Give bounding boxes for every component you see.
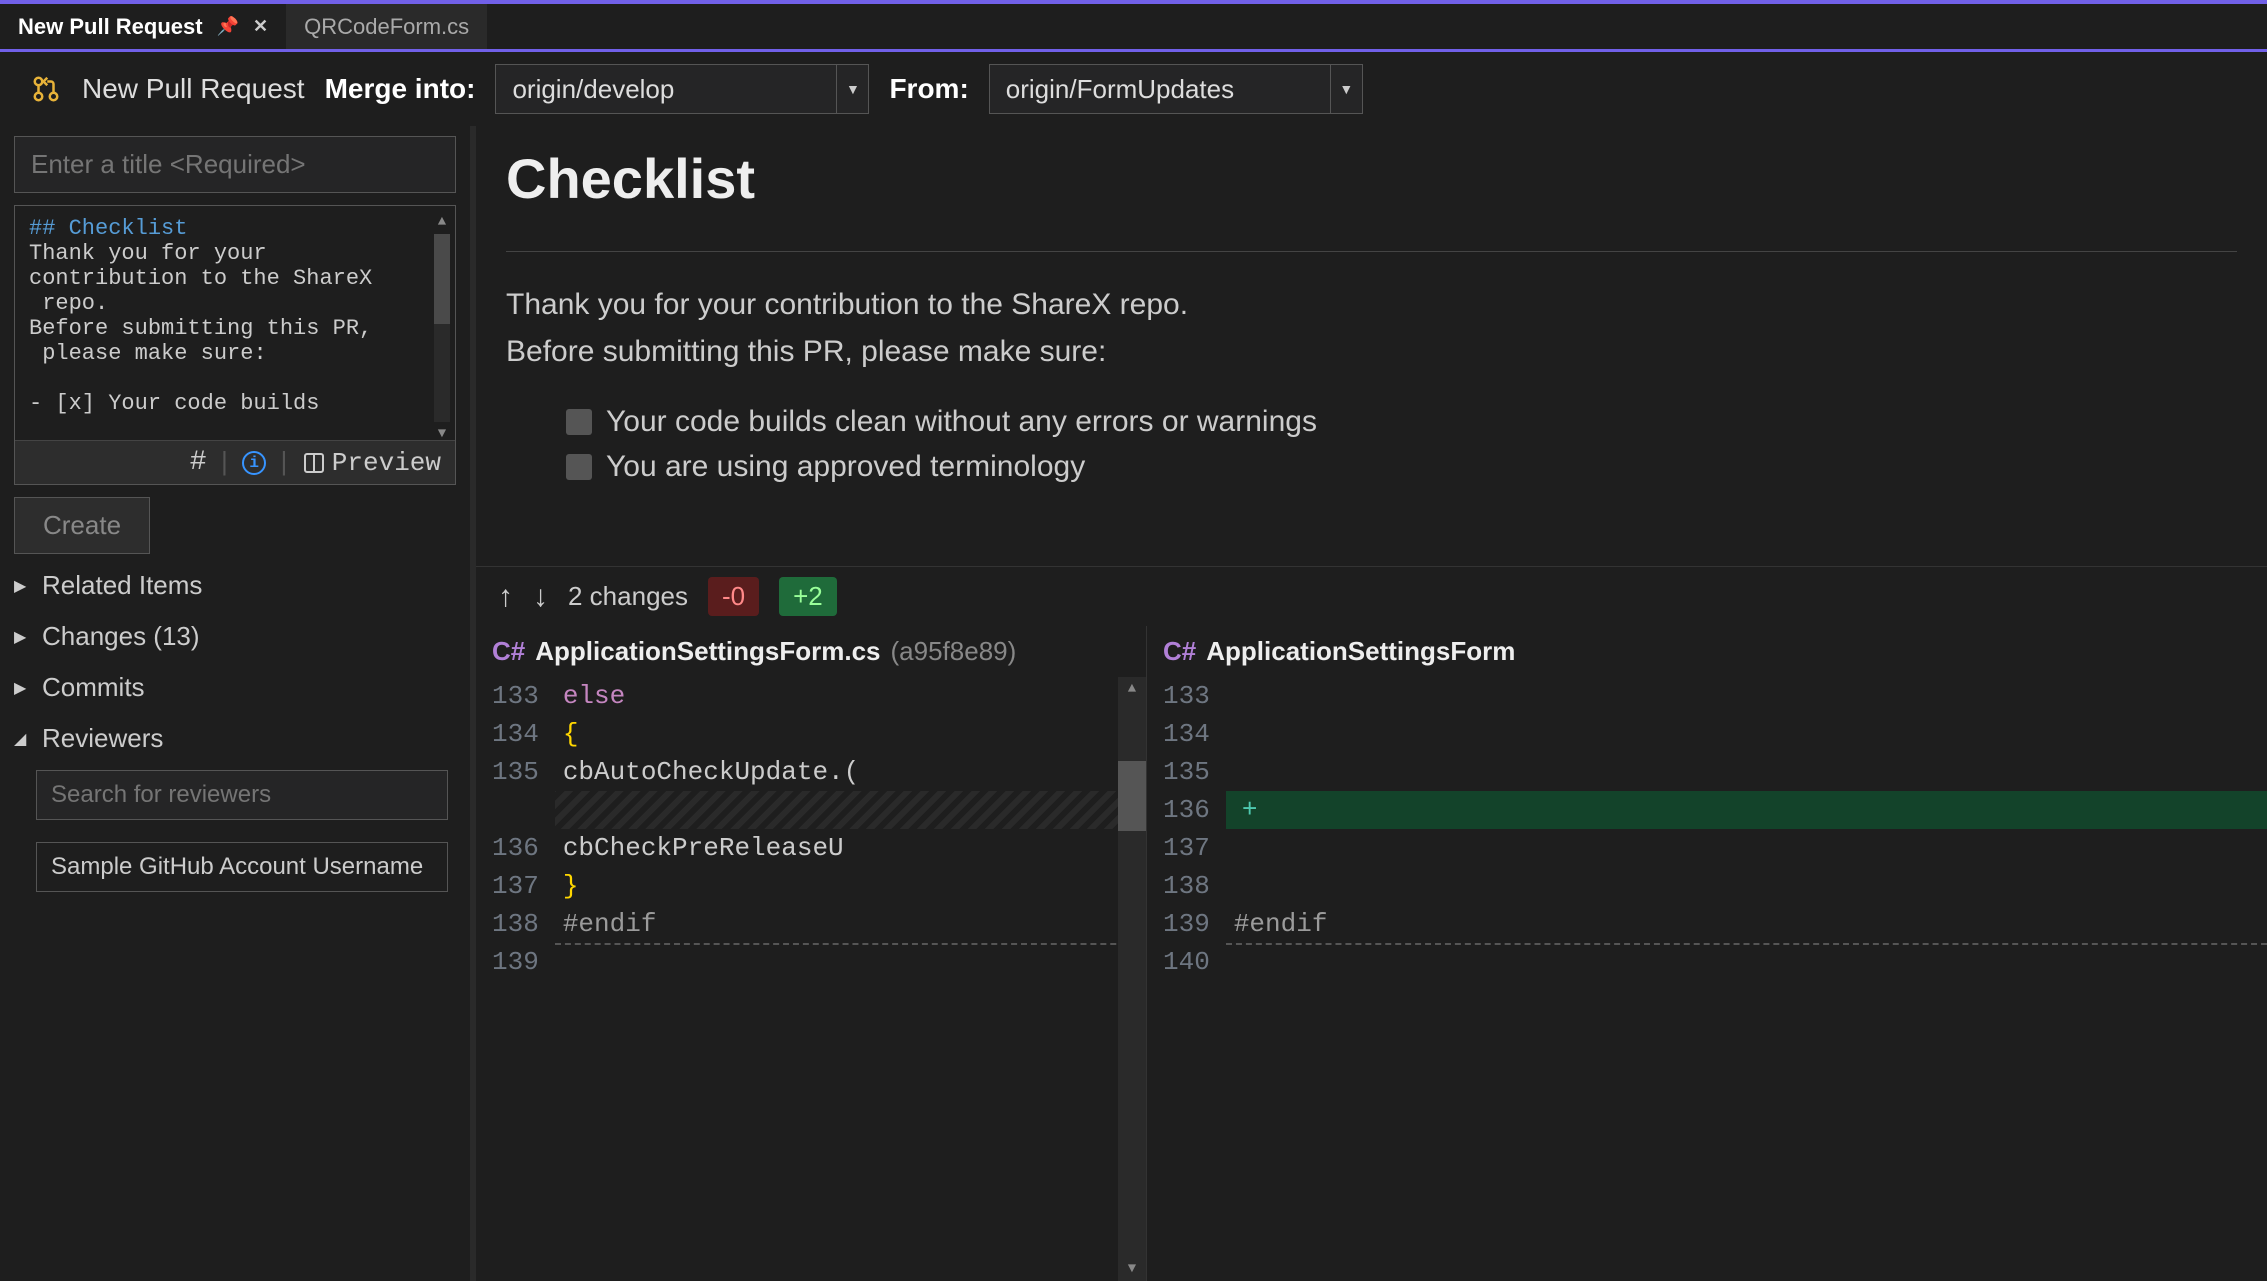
tree-reviewers[interactable]: ◢ Reviewers: [14, 719, 456, 758]
merge-into-value: origin/develop: [496, 74, 836, 105]
create-button[interactable]: Create: [14, 497, 150, 554]
chevron-down-icon[interactable]: ▼: [836, 65, 868, 113]
scroll-up-icon[interactable]: ▲: [438, 214, 446, 230]
reviewer-search-input[interactable]: [36, 770, 448, 820]
hash-icon[interactable]: #: [190, 447, 207, 478]
tree-changes[interactable]: ▶ Changes (13): [14, 617, 456, 656]
code-area-right[interactable]: 133 134 135 136 137 138 139 140 +: [1147, 677, 2267, 1281]
description-preview: Checklist Thank you for your contributio…: [476, 126, 2267, 566]
lang-badge: C#: [1163, 636, 1196, 667]
chevron-down-icon: ◢: [14, 729, 34, 749]
lang-badge: C#: [492, 636, 525, 667]
changes-count: 2 changes: [568, 581, 688, 612]
diff-pane-right: C# ApplicationSettingsForm 133 134 135 1…: [1146, 626, 2267, 1281]
merge-into-label: Merge into:: [325, 73, 476, 105]
tabs-row: New Pull Request 📌 ✕ QRCodeForm.cs: [0, 4, 2267, 52]
file-header-right: C# ApplicationSettingsForm: [1147, 626, 2267, 677]
prev-change-button[interactable]: ↑: [498, 580, 513, 614]
tab-label: New Pull Request: [18, 14, 203, 40]
preview-label: Preview: [332, 448, 441, 478]
pr-toolbar: New Pull Request Merge into: origin/deve…: [0, 52, 2267, 126]
checkbox-icon[interactable]: [566, 409, 592, 435]
pr-description-box: ## Checklist Thank you for your contribu…: [14, 205, 456, 485]
checklist-item: You are using approved terminology: [566, 449, 2237, 485]
tab-label: QRCodeForm.cs: [304, 14, 469, 40]
tree-related-items[interactable]: ▶ Related Items: [14, 566, 456, 605]
tab-new-pull-request[interactable]: New Pull Request 📌 ✕: [0, 4, 286, 49]
diff-pane-left: C# ApplicationSettingsForm.cs (a95f8e89)…: [476, 626, 1146, 1281]
deletions-badge: -0: [708, 577, 759, 616]
checkbox-icon[interactable]: [566, 454, 592, 480]
diff-toolbar: ↑ ↓ 2 changes -0 +2: [476, 566, 2267, 626]
checklist-item: Your code builds clean without any error…: [566, 405, 2237, 439]
scroll-thumb[interactable]: [434, 234, 450, 324]
preview-heading: Checklist: [506, 146, 2237, 211]
scrollbar[interactable]: ▲ ▼: [431, 214, 453, 442]
file-header-left: C# ApplicationSettingsForm.cs (a95f8e89): [476, 626, 1146, 677]
merge-into-dropdown[interactable]: origin/develop ▼: [495, 64, 869, 114]
line-gutter: 133 134 135 136 137 138 139 140: [1147, 677, 1226, 1281]
file-name: ApplicationSettingsForm.cs: [535, 636, 880, 667]
info-icon[interactable]: i: [242, 451, 266, 475]
plus-icon: +: [1234, 795, 1258, 825]
toolbar-title: New Pull Request: [82, 73, 305, 105]
preview-body-line: Before submitting this PR, please make s…: [506, 329, 2237, 376]
scroll-thumb[interactable]: [1118, 761, 1146, 831]
preview-body-line: Thank you for your contribution to the S…: [506, 282, 2237, 329]
additions-badge: +2: [779, 577, 837, 616]
from-value: origin/FormUpdates: [990, 74, 1330, 105]
chevron-right-icon: ▶: [14, 576, 34, 596]
left-panel: ## Checklist Thank you for your contribu…: [0, 126, 470, 1281]
pull-request-icon: [30, 73, 62, 105]
scrollbar[interactable]: ▲ ▼: [1118, 677, 1146, 1281]
right-panel: Checklist Thank you for your contributio…: [476, 126, 2267, 1281]
close-icon[interactable]: ✕: [253, 16, 268, 37]
pr-description-textarea[interactable]: ## Checklist Thank you for your contribu…: [15, 206, 455, 440]
pin-icon[interactable]: 📌: [217, 16, 239, 37]
from-dropdown[interactable]: origin/FormUpdates ▼: [989, 64, 1363, 114]
code-lines: + #endif: [1226, 677, 2267, 1281]
pr-title-input[interactable]: [14, 136, 456, 193]
tree-commits[interactable]: ▶ Commits: [14, 668, 456, 707]
file-name: ApplicationSettingsForm: [1206, 636, 1515, 667]
file-hash: (a95f8e89): [891, 636, 1017, 667]
scroll-down-icon[interactable]: ▼: [438, 426, 446, 442]
chevron-right-icon: ▶: [14, 678, 34, 698]
gap-indicator: [555, 791, 1146, 829]
scroll-up-icon[interactable]: ▲: [1118, 677, 1146, 701]
chevron-right-icon: ▶: [14, 627, 34, 647]
chevron-down-icon[interactable]: ▼: [1330, 65, 1362, 113]
code-area-left[interactable]: 133 134 135 136 137 138 139 else { cbAut…: [476, 677, 1146, 1281]
next-change-button[interactable]: ↓: [533, 580, 548, 614]
line-gutter: 133 134 135 136 137 138 139: [476, 677, 555, 1281]
reviewer-item[interactable]: Sample GitHub Account Username: [36, 842, 448, 892]
scroll-down-icon[interactable]: ▼: [1118, 1257, 1146, 1281]
from-label: From:: [889, 73, 968, 105]
tab-qrcodeform[interactable]: QRCodeForm.cs: [286, 4, 487, 49]
preview-toggle[interactable]: Preview: [302, 448, 441, 478]
code-lines: else { cbAutoCheckUpdate.( cbCheckPreRel…: [555, 677, 1146, 1281]
